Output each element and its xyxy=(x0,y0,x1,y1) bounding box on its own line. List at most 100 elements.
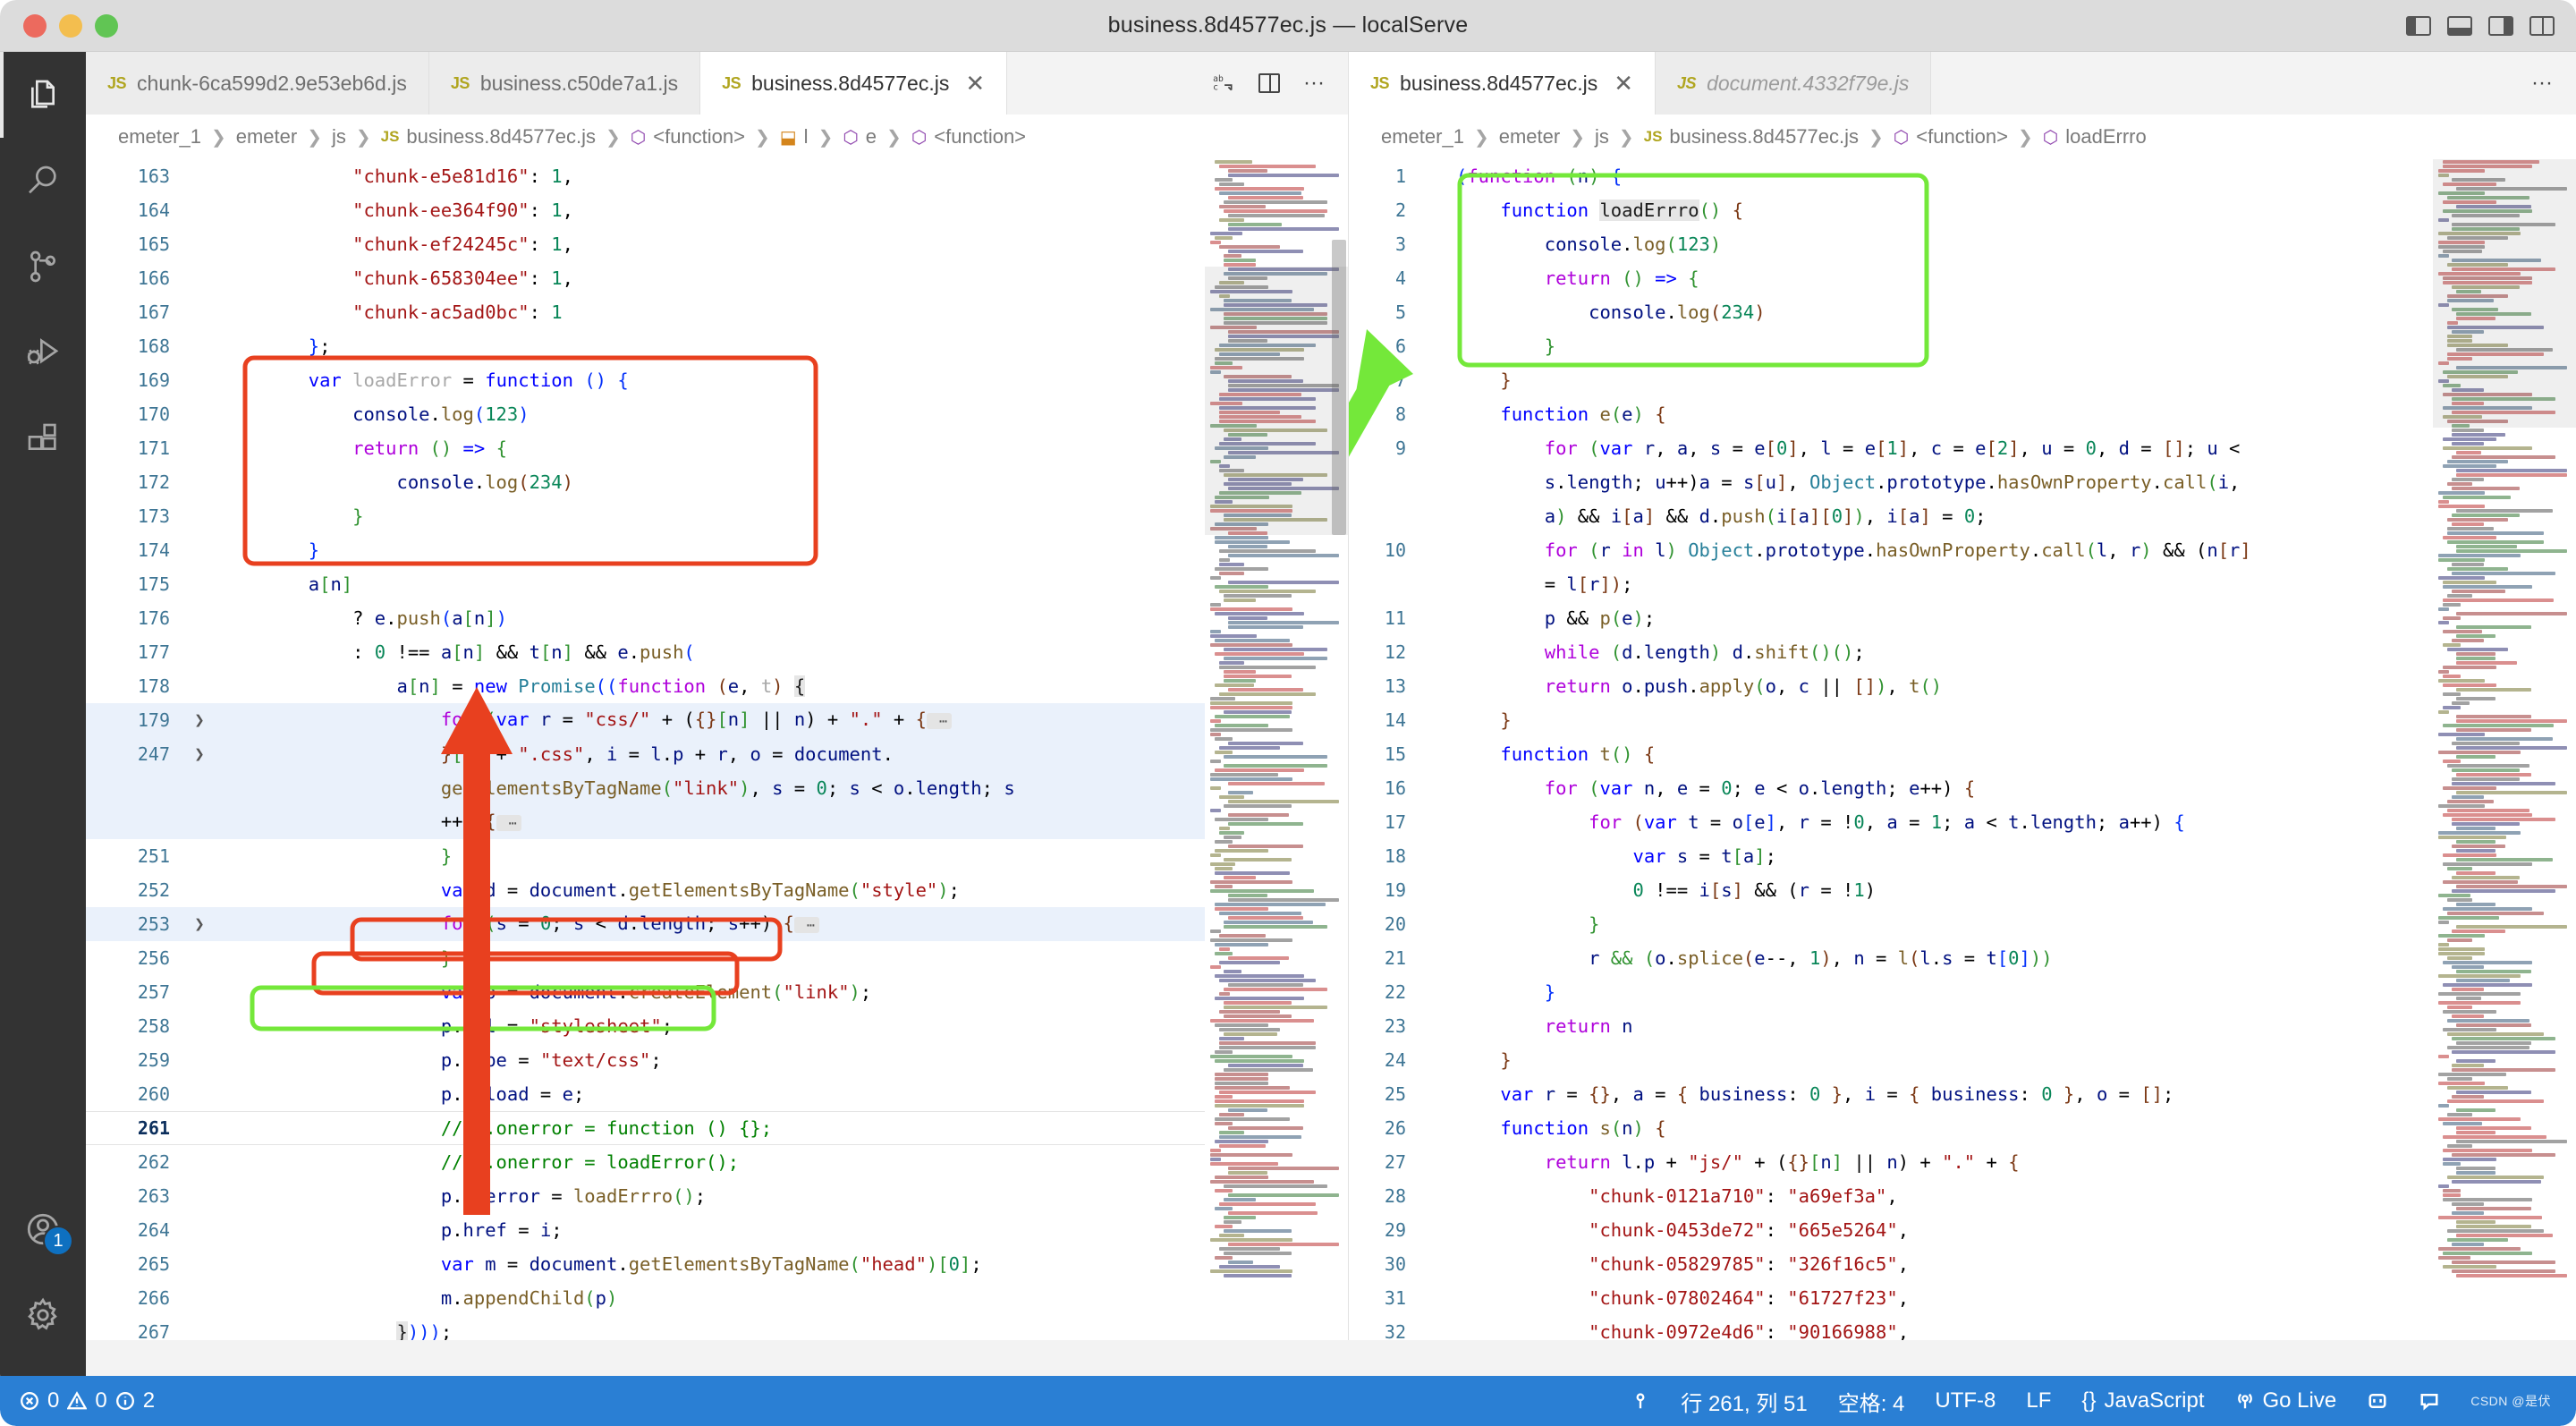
breadcrumb-item[interactable]: emeter_1 xyxy=(118,125,201,149)
scrollbar-thumb[interactable] xyxy=(1332,240,1346,535)
code-line[interactable]: 15 function t() { xyxy=(1349,737,2576,771)
code-line[interactable]: 28 "chunk-0121a710": "a69ef3a", xyxy=(1349,1179,2576,1213)
code-line[interactable]: 1 (function (n) { xyxy=(1349,159,2576,193)
code-line[interactable]: getElementsByTagName("link"), s = 0; s <… xyxy=(86,771,1348,805)
code-line[interactable]: 256 } xyxy=(86,941,1348,975)
code-line[interactable]: 178 a[n] = new Promise((function (e, t) … xyxy=(86,669,1348,703)
breadcrumb-item-symbol[interactable]: e xyxy=(866,125,877,149)
breadcrumb-item-file[interactable]: business.8d4577ec.js xyxy=(1669,125,1859,149)
code-line[interactable]: 31 "chunk-07802464": "61727f23", xyxy=(1349,1281,2576,1315)
tab-chunk-6ca599d2[interactable]: JS chunk-6ca599d2.9e53eb6d.js xyxy=(86,52,429,115)
cursor-position-status[interactable]: 行 261, 列 51 xyxy=(1681,1386,1807,1417)
go-live-status[interactable]: Go Live xyxy=(2235,1388,2336,1413)
breadcrumb-item[interactable]: emeter_1 xyxy=(1381,125,1464,149)
code-line[interactable]: 257 var p = document.createElement("link… xyxy=(86,975,1348,1009)
code-line[interactable]: 176 ? e.push(a[n]) xyxy=(86,601,1348,635)
code-line[interactable]: 267 }))); xyxy=(86,1315,1348,1340)
code-line[interactable]: 10 for (r in l) Object.prototype.hasOwnP… xyxy=(1349,533,2576,567)
code-line[interactable]: a) && i[a] && d.push(i[a][0]), i[a] = 0; xyxy=(1349,499,2576,533)
more-actions-icon[interactable]: ··· xyxy=(1303,71,1325,96)
code-line[interactable]: 5 console.log(234) xyxy=(1349,295,2576,329)
code-line[interactable]: 263 p.onerror = loadErrro(); xyxy=(86,1179,1348,1213)
code-line[interactable]: 29 "chunk-0453de72": "665e5264", xyxy=(1349,1213,2576,1247)
vertical-scrollbar-left[interactable] xyxy=(1330,159,1348,1340)
manage-settings-button[interactable] xyxy=(0,1272,86,1358)
feedback-status[interactable] xyxy=(2419,1390,2440,1412)
tab-business-8d4577ec-right[interactable]: JS business.8d4577ec.js ✕ xyxy=(1349,52,1657,115)
indentation-status[interactable]: 空格: 4 xyxy=(1838,1386,1905,1417)
code-line[interactable]: 167 "chunk-ac5ad0bc": 1 xyxy=(86,295,1348,329)
code-line[interactable]: 171 return () => { xyxy=(86,431,1348,465)
code-line[interactable]: 21 r && (o.splice(e--, 1), n = l(l.s = t… xyxy=(1349,941,2576,975)
code-line[interactable]: 170 console.log(123) xyxy=(86,397,1348,431)
code-line[interactable]: 4 return () => { xyxy=(1349,261,2576,295)
code-line[interactable]: 2 function loadErrro() { xyxy=(1349,193,2576,227)
code-line[interactable]: 251 } xyxy=(86,839,1348,873)
sidebar-item-search[interactable] xyxy=(0,138,86,224)
split-editor-icon[interactable] xyxy=(1258,73,1281,93)
code-line[interactable]: 252 var d = document.getElementsByTagNam… xyxy=(86,873,1348,907)
more-actions-icon[interactable]: ··· xyxy=(2531,71,2553,96)
code-line[interactable]: 179 ❯ for (var r = "css/" + ({}[n] || n) … xyxy=(86,703,1348,737)
code-line[interactable]: 168 }; xyxy=(86,329,1348,363)
code-line[interactable]: 260 p.onload = e; xyxy=(86,1077,1348,1111)
code-line[interactable]: 6 } xyxy=(1349,329,2576,363)
eol-status[interactable]: LF xyxy=(2026,1388,2051,1413)
minimap-slider[interactable] xyxy=(2433,159,2576,428)
tab-business-c50de7a1[interactable]: JS business.c50de7a1.js xyxy=(428,52,701,115)
code-line[interactable]: 247 ❯ }[n] + ".css", i = l.p + r, o = doc… xyxy=(86,737,1348,771)
code-line[interactable]: 16 for (var n, e = 0; e < o.length; e++)… xyxy=(1349,771,2576,805)
fold-chevron-icon[interactable]: ❯ xyxy=(184,907,215,941)
code-line[interactable]: 30 "chunk-05829785": "326f16c5", xyxy=(1349,1247,2576,1281)
breadcrumb-item-symbol[interactable]: <function> xyxy=(653,125,745,149)
code-line[interactable]: = l[r]); xyxy=(1349,567,2576,601)
code-line[interactable]: 23 return n xyxy=(1349,1009,2576,1043)
breadcrumb-item[interactable]: js xyxy=(1595,125,1609,149)
breadcrumb-item-symbol[interactable]: <function> xyxy=(1916,125,2008,149)
code-line[interactable]: 264 p.href = i; xyxy=(86,1213,1348,1247)
code-line[interactable]: 177 : 0 !== a[n] && t[n] && e.push( xyxy=(86,635,1348,669)
code-line[interactable]: s.length; u++)a = s[u], Object.prototype… xyxy=(1349,465,2576,499)
problems-status[interactable]: 0 0 2 xyxy=(20,1388,155,1413)
code-line[interactable]: 11 p && p(e); xyxy=(1349,601,2576,635)
editor-left[interactable]: 163 "chunk-e5e81d16": 1, 164 "chunk-ee364… xyxy=(86,159,1348,1340)
language-mode-status[interactable]: {} JavaScript xyxy=(2081,1388,2204,1413)
code-line[interactable]: 32 "chunk-0972e4d6": "90166988", xyxy=(1349,1315,2576,1340)
tab-business-8d4577ec-left[interactable]: JS business.8d4577ec.js ✕ xyxy=(700,52,1008,115)
code-line[interactable]: 7 } xyxy=(1349,363,2576,397)
code-line[interactable]: 8 function e(e) { xyxy=(1349,397,2576,431)
code-line[interactable]: 175 a[n] xyxy=(86,567,1348,601)
sidebar-item-explorer[interactable] xyxy=(0,52,86,138)
code-line[interactable]: 166 "chunk-658304ee": 1, xyxy=(86,261,1348,295)
code-line[interactable]: 262 // p.onerror = loadError(); xyxy=(86,1145,1348,1179)
code-line[interactable]: 26 function s(n) { xyxy=(1349,1111,2576,1145)
code-line[interactable]: 174 } xyxy=(86,533,1348,567)
breadcrumb-item-symbol[interactable]: l xyxy=(804,125,809,149)
code-content-left[interactable]: 163 "chunk-e5e81d16": 1, 164 "chunk-ee364… xyxy=(86,159,1348,1340)
breadcrumb-item[interactable]: js xyxy=(332,125,346,149)
code-line[interactable]: 19 0 !== i[s] && (r = !1) xyxy=(1349,873,2576,907)
code-line[interactable]: 261 // p.onerror = function () {}; xyxy=(86,1111,1348,1145)
sidebar-item-extensions[interactable] xyxy=(0,395,86,481)
fold-chevron-icon[interactable]: ❯ xyxy=(184,737,215,771)
code-line[interactable]: 18 var s = t[a]; xyxy=(1349,839,2576,873)
code-line[interactable]: 22 } xyxy=(1349,975,2576,1009)
minimap-right[interactable] xyxy=(2433,159,2576,1340)
code-line[interactable]: 9 for (var r, a, s = e[0], l = e[1], c =… xyxy=(1349,431,2576,465)
sidebar-item-run-and-debug[interactable] xyxy=(0,310,86,395)
customize-layout-icon[interactable] xyxy=(2529,15,2555,36)
code-line[interactable]: 20 } xyxy=(1349,907,2576,941)
code-line[interactable]: 169 var loadError = function () { xyxy=(86,363,1348,397)
minimap-left[interactable] xyxy=(1205,159,1348,1340)
code-line[interactable]: 14 } xyxy=(1349,703,2576,737)
remote-window-status[interactable] xyxy=(2367,1390,2388,1412)
code-line[interactable]: 266 m.appendChild(p) xyxy=(86,1281,1348,1315)
toggle-secondary-sidebar-icon[interactable] xyxy=(2488,15,2513,36)
code-line[interactable]: 27 return l.p + "js/" + ({}[n] || n) + "… xyxy=(1349,1145,2576,1179)
code-line[interactable]: 17 for (var t = o[e], r = !0, a = 1; a <… xyxy=(1349,805,2576,839)
tab-document-4332f79e[interactable]: JS document.4332f79e.js xyxy=(1656,52,1932,115)
close-tab-icon[interactable]: ✕ xyxy=(965,72,985,95)
encoding-status[interactable]: UTF-8 xyxy=(1935,1388,1996,1413)
accounts-button[interactable]: 1 xyxy=(0,1186,86,1272)
code-line[interactable]: 13 return o.push.apply(o, c || []), t() xyxy=(1349,669,2576,703)
